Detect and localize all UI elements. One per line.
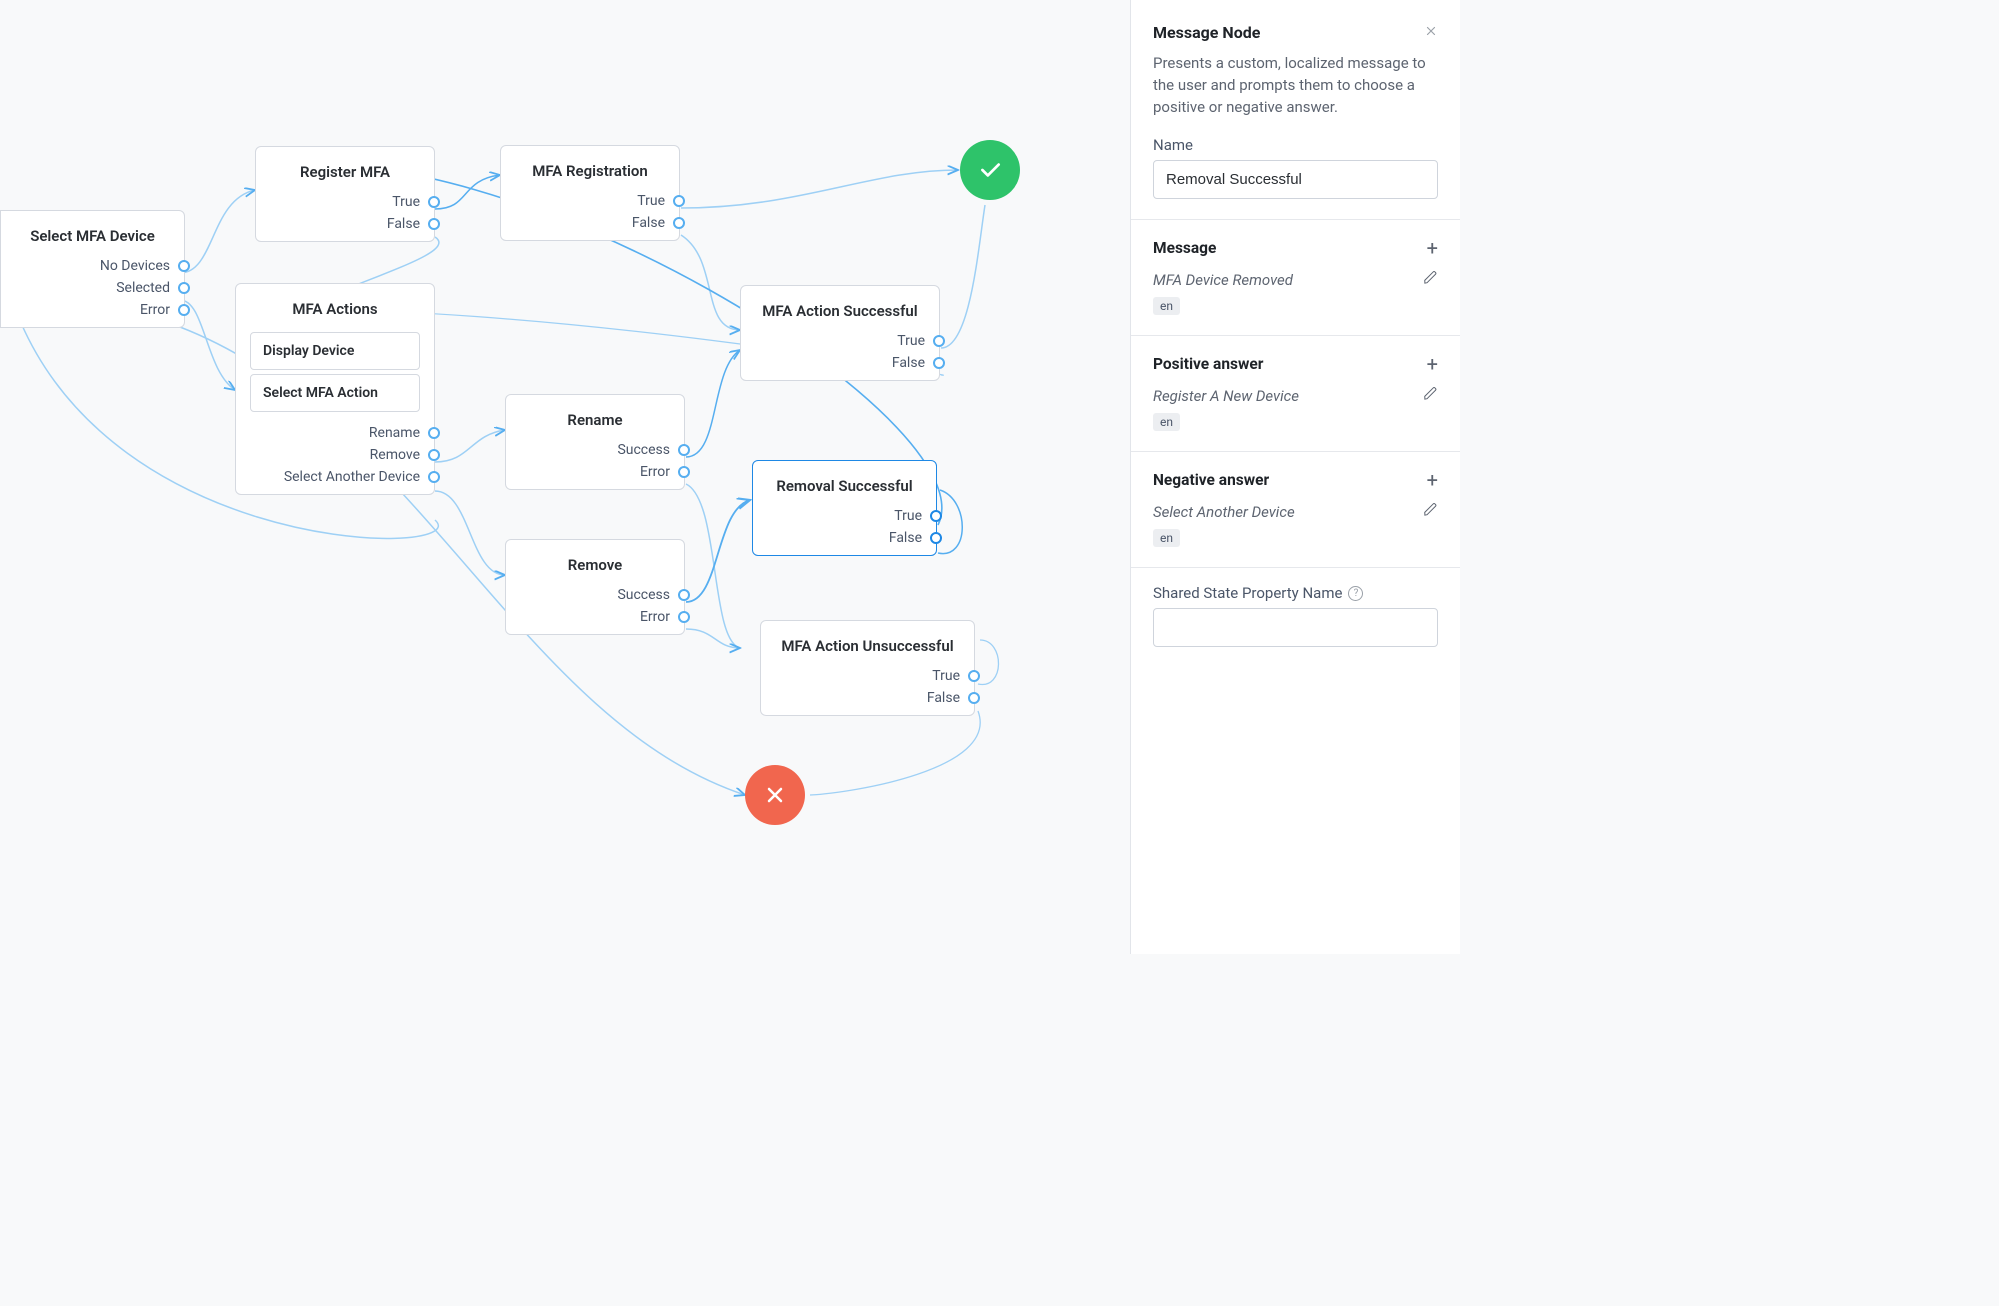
port-icon[interactable] bbox=[178, 260, 190, 272]
port-icon[interactable] bbox=[678, 466, 690, 478]
port-icon[interactable] bbox=[178, 304, 190, 316]
outcome-true[interactable]: True bbox=[270, 191, 420, 213]
add-positive-button[interactable]: + bbox=[1427, 352, 1438, 376]
name-label: Name bbox=[1153, 136, 1438, 154]
node-register-mfa[interactable]: Register MFA True False bbox=[255, 146, 435, 242]
node-title: MFA Registration bbox=[515, 156, 665, 190]
port-icon[interactable] bbox=[178, 282, 190, 294]
node-title: Remove bbox=[520, 550, 670, 584]
edit-icon[interactable] bbox=[1423, 386, 1438, 405]
message-label: Message bbox=[1153, 239, 1216, 257]
port-icon[interactable] bbox=[933, 357, 945, 369]
flow-canvas[interactable]: Select MFA Device No Devices Selected Er… bbox=[0, 0, 1030, 954]
port-icon[interactable] bbox=[930, 532, 942, 544]
port-icon[interactable] bbox=[678, 444, 690, 456]
outcome-false[interactable]: False bbox=[515, 212, 665, 234]
edit-icon[interactable] bbox=[1423, 502, 1438, 521]
name-input[interactable] bbox=[1153, 160, 1438, 199]
port-icon[interactable] bbox=[428, 196, 440, 208]
port-icon[interactable] bbox=[678, 611, 690, 623]
port-icon[interactable] bbox=[933, 335, 945, 347]
outcome-false[interactable]: False bbox=[767, 527, 922, 549]
negative-label: Negative answer bbox=[1153, 471, 1269, 489]
port-icon[interactable] bbox=[428, 471, 440, 483]
message-value: MFA Device Removed bbox=[1153, 271, 1293, 289]
outcome-error[interactable]: Error bbox=[520, 606, 670, 628]
panel-description: Presents a custom, localized message to … bbox=[1153, 53, 1438, 118]
node-mfa-action-successful[interactable]: MFA Action Successful True False bbox=[740, 285, 940, 381]
node-mfa-actions[interactable]: MFA Actions Display Device Select MFA Ac… bbox=[235, 283, 435, 495]
inner-select-mfa-action[interactable]: Select MFA Action bbox=[250, 374, 420, 412]
port-icon[interactable] bbox=[678, 589, 690, 601]
positive-value: Register A New Device bbox=[1153, 387, 1299, 405]
lang-pill: en bbox=[1153, 529, 1180, 547]
outcome-false[interactable]: False bbox=[270, 213, 420, 235]
outcome-success[interactable]: Success bbox=[520, 439, 670, 461]
outcome-no-devices[interactable]: No Devices bbox=[15, 255, 170, 277]
node-remove[interactable]: Remove Success Error bbox=[505, 539, 685, 635]
outcome-error[interactable]: Error bbox=[520, 461, 670, 483]
negative-value: Select Another Device bbox=[1153, 503, 1295, 521]
success-end-icon[interactable] bbox=[960, 140, 1020, 200]
properties-panel: Message Node Presents a custom, localize… bbox=[1130, 0, 1460, 954]
node-mfa-registration[interactable]: MFA Registration True False bbox=[500, 145, 680, 241]
port-icon[interactable] bbox=[673, 195, 685, 207]
outcome-true[interactable]: True bbox=[515, 190, 665, 212]
add-negative-button[interactable]: + bbox=[1427, 468, 1438, 492]
shared-state-label: Shared State Property Name bbox=[1153, 584, 1342, 602]
outcome-rename[interactable]: Rename bbox=[250, 422, 420, 444]
node-title: MFA Action Unsuccessful bbox=[775, 631, 960, 665]
node-title: Select MFA Device bbox=[15, 221, 170, 255]
node-title: Register MFA bbox=[270, 157, 420, 191]
add-message-button[interactable]: + bbox=[1427, 236, 1438, 260]
port-icon[interactable] bbox=[968, 670, 980, 682]
node-select-mfa-device[interactable]: Select MFA Device No Devices Selected Er… bbox=[0, 210, 185, 328]
outcome-true[interactable]: True bbox=[767, 505, 922, 527]
inner-display-device[interactable]: Display Device bbox=[250, 332, 420, 370]
lang-pill: en bbox=[1153, 297, 1180, 315]
fail-end-icon[interactable] bbox=[745, 765, 805, 825]
shared-state-input[interactable] bbox=[1153, 608, 1438, 647]
edit-icon[interactable] bbox=[1423, 270, 1438, 289]
lang-pill: en bbox=[1153, 413, 1180, 431]
port-icon[interactable] bbox=[930, 510, 942, 522]
positive-label: Positive answer bbox=[1153, 355, 1263, 373]
node-title: Rename bbox=[520, 405, 670, 439]
help-icon[interactable]: ? bbox=[1348, 586, 1363, 601]
outcome-error[interactable]: Error bbox=[15, 299, 170, 321]
node-removal-successful[interactable]: Removal Successful True False bbox=[752, 460, 937, 556]
port-icon[interactable] bbox=[428, 449, 440, 461]
node-mfa-action-unsuccessful[interactable]: MFA Action Unsuccessful True False bbox=[760, 620, 975, 716]
node-title: Removal Successful bbox=[767, 471, 922, 505]
port-icon[interactable] bbox=[968, 692, 980, 704]
panel-title: Message Node bbox=[1153, 23, 1260, 42]
port-icon[interactable] bbox=[673, 217, 685, 229]
node-title: MFA Action Successful bbox=[755, 296, 925, 330]
outcome-success[interactable]: Success bbox=[520, 584, 670, 606]
outcome-selected[interactable]: Selected bbox=[15, 277, 170, 299]
outcome-false[interactable]: False bbox=[755, 352, 925, 374]
outcome-false[interactable]: False bbox=[775, 687, 960, 709]
node-title: MFA Actions bbox=[250, 294, 420, 328]
port-icon[interactable] bbox=[428, 427, 440, 439]
outcome-true[interactable]: True bbox=[755, 330, 925, 352]
close-icon[interactable] bbox=[1424, 22, 1438, 43]
outcome-select-another[interactable]: Select Another Device bbox=[250, 466, 420, 488]
node-rename[interactable]: Rename Success Error bbox=[505, 394, 685, 490]
port-icon[interactable] bbox=[428, 218, 440, 230]
outcome-remove[interactable]: Remove bbox=[250, 444, 420, 466]
outcome-true[interactable]: True bbox=[775, 665, 960, 687]
